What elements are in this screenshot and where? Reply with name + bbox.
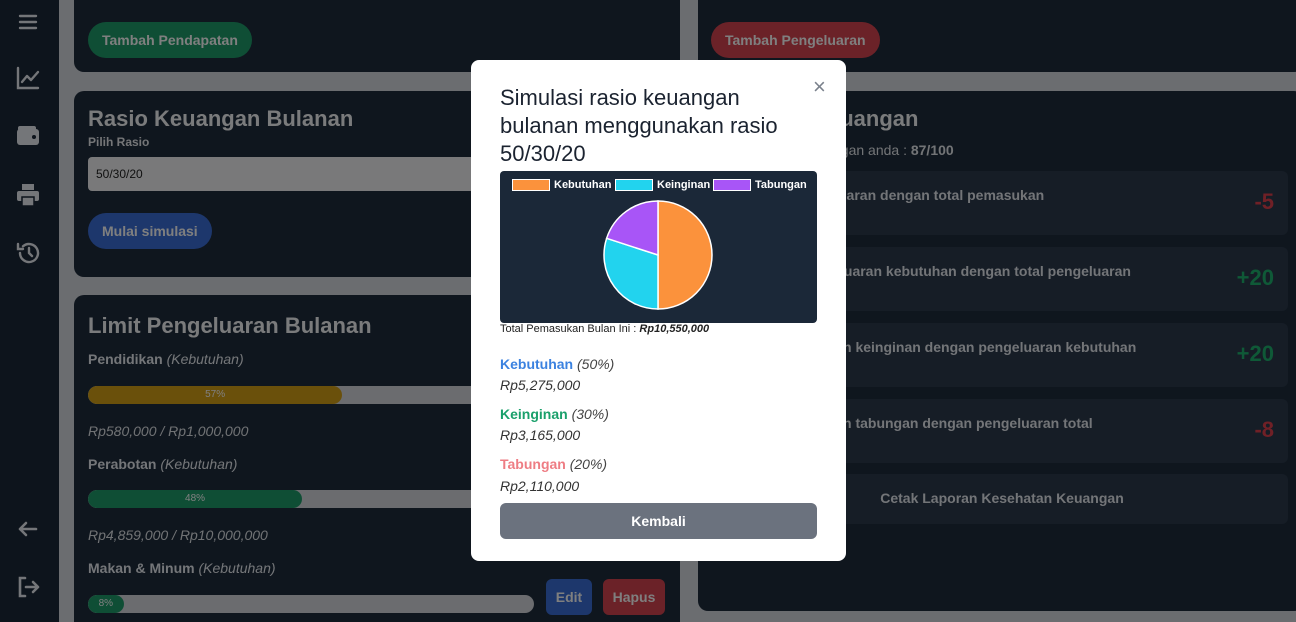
- modal-title: Simulasi rasio keuangan bulanan mengguna…: [500, 85, 778, 166]
- simulation-modal: Simulasi rasio keuangan bulanan mengguna…: [471, 60, 846, 561]
- allocation-name: Kebutuhan (50%): [500, 356, 615, 372]
- allocation-value: Rp3,165,000: [500, 427, 581, 443]
- pie-svg: [603, 200, 713, 310]
- total-income: Total Pemasukan Bulan Ini : Rp10,550,000: [500, 323, 710, 335]
- allocation-value: Rp5,275,000: [500, 377, 581, 393]
- allocation-value: Rp2,110,000: [500, 478, 580, 494]
- back-button[interactable]: Kembali: [500, 503, 817, 539]
- pie-slice-kebutuhan: [657, 200, 713, 310]
- allocation-name: Tabungan (20%): [500, 456, 608, 472]
- allocation-name: Keinginan (30%): [500, 406, 609, 422]
- pie-chart: Kebutuhan Keinginan Tabungan: [500, 171, 817, 323]
- close-icon[interactable]: ×: [813, 74, 826, 100]
